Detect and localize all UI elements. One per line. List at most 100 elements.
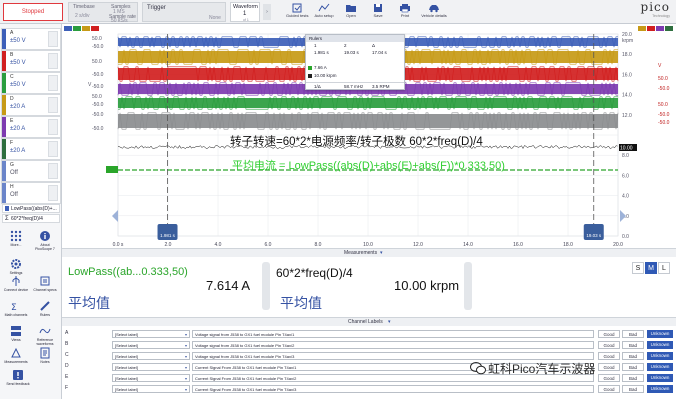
good-button[interactable]: Good xyxy=(598,385,620,393)
channel-settings-icon[interactable] xyxy=(48,141,58,157)
channel-range[interactable]: ±20 A xyxy=(10,148,25,154)
channel-range[interactable]: Off xyxy=(10,192,18,198)
about-button[interactable]: About PicoScope 7 xyxy=(32,228,58,254)
trigger-control[interactable]: Trigger None xyxy=(142,2,226,22)
channel-tab[interactable] xyxy=(64,26,72,31)
channel-row-f[interactable]: F ±20 A xyxy=(1,138,61,160)
math-channel-lowpass[interactable]: LowPass((abs(D)+... xyxy=(2,204,60,213)
good-button[interactable]: Good xyxy=(598,363,620,371)
channel-tab[interactable] xyxy=(73,26,81,31)
channel-letter: E xyxy=(10,118,14,124)
waveform-next-button[interactable]: › xyxy=(263,4,271,20)
bad-button[interactable]: Bad xyxy=(622,363,644,371)
unknown-button[interactable]: Unknown xyxy=(647,341,673,349)
channel-tab[interactable] xyxy=(647,26,655,31)
channel-label-description[interactable]: Current Signal From J538 to GX1 fuel mod… xyxy=(192,385,594,393)
channel-label-select[interactable]: [Select label] ▾ xyxy=(112,341,190,349)
channel-label-select[interactable]: [Select label] ▾ xyxy=(112,374,190,382)
timebase-control[interactable]: Timebase 2 s/div Samples 1 MS Sample rat… xyxy=(68,2,138,24)
channel-label-select[interactable]: [Select label] ▾ xyxy=(112,385,190,393)
size-small-button[interactable]: S xyxy=(632,262,644,274)
channel-labels-panel-header[interactable]: Channel Labels ▾ xyxy=(62,317,676,326)
channel-tab[interactable] xyxy=(638,26,646,31)
run-stop-button[interactable]: Stopped xyxy=(3,3,63,21)
channel-specs-button[interactable]: Channel specs xyxy=(32,273,58,299)
channel-label-select[interactable]: [Select label] ▾ xyxy=(112,330,190,338)
bad-button[interactable]: Bad xyxy=(622,330,644,338)
unknown-button[interactable]: Unknown xyxy=(647,352,673,360)
ruler-row-b-marker xyxy=(308,74,312,78)
channel-label-description[interactable]: Voltage signal from J538 to GX1 fuel mod… xyxy=(192,352,594,360)
rulers-panel-header[interactable]: Rulers xyxy=(306,35,404,42)
measurement-card-freq[interactable]: 60*2*freq(D)/4 10.00 krpm 平均值 xyxy=(274,258,462,314)
channel-row-b[interactable]: B ±50 V xyxy=(1,50,61,72)
channel-tab[interactable] xyxy=(656,26,664,31)
math-channel-freq[interactable]: Σ 60*2*freq(D)/4 xyxy=(2,214,60,223)
channel-label-select[interactable]: [Select label] ▾ xyxy=(112,352,190,360)
channel-settings-icon[interactable] xyxy=(48,119,58,135)
rulers-button[interactable]: Rulers xyxy=(32,298,58,324)
bad-button[interactable]: Bad xyxy=(622,341,644,349)
more-button[interactable]: More... xyxy=(3,228,29,254)
good-button[interactable]: Good xyxy=(598,330,620,338)
size-medium-button[interactable]: M xyxy=(645,262,657,274)
good-button[interactable]: Good xyxy=(598,341,620,349)
rulers-panel[interactable]: Rulers 1 2 Δ 1.981 s 19.03 s 17.04 s 7.6… xyxy=(305,34,405,90)
good-button[interactable]: Good xyxy=(598,352,620,360)
channel-label-description[interactable]: Voltage signal from J538 to GX1 fuel mod… xyxy=(192,330,594,338)
connect-device-button[interactable]: Connect device xyxy=(3,273,29,299)
measurements-panel-header[interactable]: Measurements ▾ xyxy=(62,248,676,257)
collapse-chevron-icon[interactable]: ▾ xyxy=(380,250,383,256)
channel-label-select[interactable]: [Select label] ▾ xyxy=(112,363,190,371)
channel-row-a[interactable]: A ±50 V xyxy=(1,28,61,50)
bad-button[interactable]: Bad xyxy=(622,352,644,360)
channel-range[interactable]: ±20 A xyxy=(10,104,25,110)
channel-range[interactable]: ±50 V xyxy=(10,82,26,88)
channel-range[interactable]: Off xyxy=(10,170,18,176)
math-channels-button[interactable]: Σ Math channels xyxy=(3,298,29,324)
unknown-button[interactable]: Unknown xyxy=(647,385,673,393)
channel-tab[interactable] xyxy=(82,26,90,31)
channel-tab[interactable] xyxy=(665,26,673,31)
channel-row-c[interactable]: C ±50 V xyxy=(1,72,61,94)
vehicle-details-button[interactable]: Vehicle details xyxy=(421,2,447,22)
unknown-button[interactable]: Unknown xyxy=(647,374,673,382)
unknown-button[interactable]: Unknown xyxy=(647,330,673,338)
channel-settings-icon[interactable] xyxy=(48,185,58,201)
channel-settings-icon[interactable] xyxy=(48,163,58,179)
collapse-chevron-icon[interactable]: ▾ xyxy=(388,319,391,325)
channel-row-h[interactable]: H Off xyxy=(1,182,61,204)
guided-tests-button[interactable]: Guided tests xyxy=(286,2,308,22)
channel-settings-icon[interactable] xyxy=(48,75,58,91)
bad-button[interactable]: Bad xyxy=(622,374,644,382)
channel-tab[interactable] xyxy=(91,26,99,31)
measurement-card-lowpass[interactable]: LowPass((ab...0.333,50) 7.614 A 平均值 xyxy=(64,258,260,314)
unknown-button[interactable]: Unknown xyxy=(647,363,673,371)
far-right-axis-tick: 50.0 xyxy=(658,102,668,108)
channel-row-e[interactable]: E ±20 A xyxy=(1,116,61,138)
waveform-control[interactable]: Waveform 1 of 1 xyxy=(230,2,260,22)
bad-button[interactable]: Bad xyxy=(622,385,644,393)
channel-label-description[interactable]: Voltage signal from J538 to GX1 fuel mod… xyxy=(192,341,594,349)
print-label: Print xyxy=(400,13,410,18)
auto-setup-button[interactable]: Auto setup xyxy=(313,2,335,22)
channel-range[interactable]: ±20 A xyxy=(10,126,25,132)
channel-row-d[interactable]: D ±20 A xyxy=(1,94,61,116)
channel-settings-icon[interactable] xyxy=(48,53,58,69)
info-icon xyxy=(40,231,50,241)
save-button[interactable]: Save xyxy=(367,2,389,22)
print-button[interactable]: Print xyxy=(394,2,416,22)
channel-range[interactable]: ±50 V xyxy=(10,60,26,66)
send-feedback-button[interactable]: Send feedback xyxy=(3,367,33,393)
zoom-handle[interactable] xyxy=(112,210,118,222)
channel-settings-icon[interactable] xyxy=(48,31,58,47)
good-button[interactable]: Good xyxy=(598,374,620,382)
size-large-button[interactable]: L xyxy=(658,262,670,274)
notes-button[interactable]: Notes xyxy=(32,345,58,371)
open-button[interactable]: Open xyxy=(340,2,362,22)
zoom-handle[interactable] xyxy=(620,210,626,222)
channel-settings-icon[interactable] xyxy=(48,97,58,113)
far-right-axis-tick: -50.0 xyxy=(658,86,670,92)
channel-range[interactable]: ±50 V xyxy=(10,38,26,44)
channel-row-g[interactable]: G Off xyxy=(1,160,61,182)
